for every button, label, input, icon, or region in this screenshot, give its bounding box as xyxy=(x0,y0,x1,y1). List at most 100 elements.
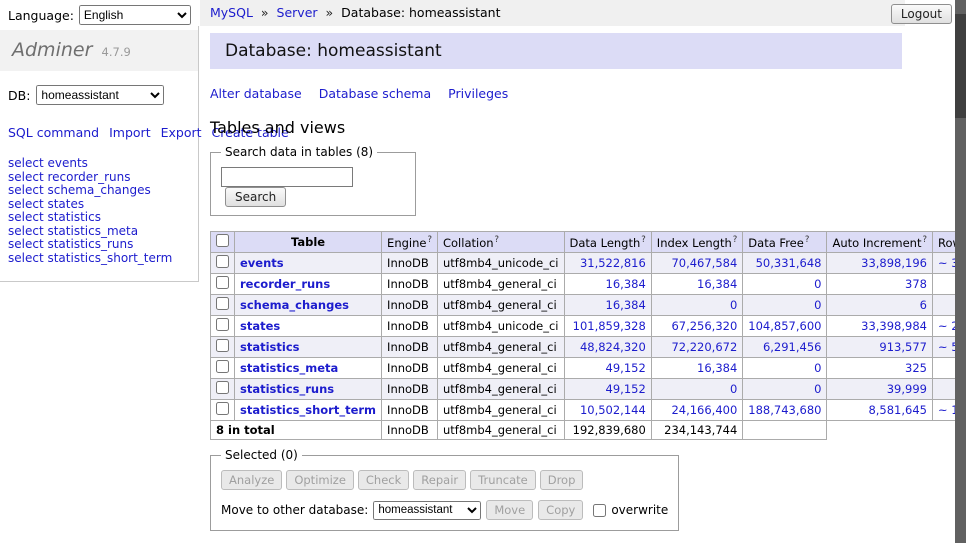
sidebar-select-schema-changes[interactable]: select schema_changes xyxy=(8,184,190,198)
select-all-checkbox[interactable] xyxy=(216,234,229,247)
row-checkbox[interactable] xyxy=(216,360,229,373)
sidebar-link-export[interactable]: Export xyxy=(161,125,202,140)
language-select[interactable]: English xyxy=(79,5,191,25)
table-name-link[interactable]: schema_changes xyxy=(240,298,349,312)
copy-button[interactable]: Copy xyxy=(538,500,583,520)
breadcrumb-separator-icon: » xyxy=(326,5,334,20)
data-length-link[interactable]: 101,859,328 xyxy=(573,319,646,333)
move-button[interactable]: Move xyxy=(486,500,533,520)
data-length-link[interactable]: 10,502,144 xyxy=(580,403,646,417)
sidebar-select-events[interactable]: select events xyxy=(8,157,190,171)
index-length-link[interactable]: 67,256,320 xyxy=(671,319,737,333)
auto-increment-link[interactable]: 33,898,196 xyxy=(861,256,927,270)
db-link-privileges[interactable]: Privileges xyxy=(448,86,508,101)
search-button[interactable]: Search xyxy=(225,187,286,207)
auto-increment-link[interactable]: 33,398,984 xyxy=(861,319,927,333)
index-length-link[interactable]: 0 xyxy=(730,382,737,396)
auto-increment-link[interactable]: 325 xyxy=(905,361,927,375)
data-length-link[interactable]: 48,824,320 xyxy=(580,340,646,354)
breadcrumb-mysql-link[interactable]: MySQL xyxy=(210,5,253,20)
data-length-link[interactable]: 49,152 xyxy=(606,382,646,396)
sidebar-select-statistics-meta[interactable]: select statistics_meta xyxy=(8,225,190,239)
truncate-button[interactable]: Truncate xyxy=(470,470,536,490)
column-header-index-length[interactable]: Index Length? xyxy=(651,232,743,253)
auto-increment-link[interactable]: 913,577 xyxy=(879,340,927,354)
data-free-link[interactable]: 188,743,680 xyxy=(748,403,821,417)
index-length-link[interactable]: 16,384 xyxy=(697,361,737,375)
table-name-link[interactable]: statistics_runs xyxy=(240,382,334,396)
sidebar-select-states[interactable]: select states xyxy=(8,198,190,212)
data-length-link[interactable]: 16,384 xyxy=(606,298,646,312)
row-checkbox[interactable] xyxy=(216,402,229,415)
optimize-button[interactable]: Optimize xyxy=(286,470,354,490)
index-length-link[interactable]: 24,166,400 xyxy=(671,403,737,417)
move-database-select[interactable]: homeassistant xyxy=(373,501,481,520)
index-length-link[interactable]: 16,384 xyxy=(697,277,737,291)
auto-increment-link[interactable]: 39,999 xyxy=(887,382,927,396)
data-free-link[interactable]: 0 xyxy=(814,277,821,291)
total-engine-cell: InnoDB xyxy=(382,421,438,440)
analyze-button[interactable]: Analyze xyxy=(221,470,282,490)
column-header-table[interactable]: Table xyxy=(235,232,382,253)
data-length-link[interactable]: 16,384 xyxy=(606,277,646,291)
row-checkbox[interactable] xyxy=(216,255,229,268)
row-checkbox[interactable] xyxy=(216,297,229,310)
drop-button[interactable]: Drop xyxy=(540,470,584,490)
row-checkbox[interactable] xyxy=(216,381,229,394)
sidebar-select-statistics[interactable]: select statistics xyxy=(8,211,190,225)
check-button[interactable]: Check xyxy=(358,470,409,490)
sidebar-select-statistics-runs[interactable]: select statistics_runs xyxy=(8,238,190,252)
collation-cell: utf8mb4_general_ci xyxy=(437,379,564,400)
column-header-data-length[interactable]: Data Length? xyxy=(564,232,651,253)
index-length-cell: 24,166,400 xyxy=(651,400,743,421)
index-length-link[interactable]: 72,220,672 xyxy=(671,340,737,354)
table-name-link[interactable]: statistics_short_term xyxy=(240,403,376,417)
data-free-link[interactable]: 6,291,456 xyxy=(763,340,822,354)
overwrite-checkbox[interactable] xyxy=(593,504,606,517)
db-select[interactable]: homeassistant xyxy=(36,85,164,105)
data-length-link[interactable]: 49,152 xyxy=(606,361,646,375)
data-free-link[interactable]: 0 xyxy=(814,298,821,312)
sidebar-select-statistics-short-term[interactable]: select statistics_short_term xyxy=(8,252,190,266)
breadcrumb-server-link[interactable]: Server xyxy=(277,5,318,20)
row-checkbox[interactable] xyxy=(216,339,229,352)
auto-increment-link[interactable]: 378 xyxy=(905,277,927,291)
search-input[interactable] xyxy=(221,167,353,187)
sidebar-link-sql-command[interactable]: SQL command xyxy=(8,125,99,140)
auto-increment-link[interactable]: 8,581,645 xyxy=(868,403,927,417)
table-name-link[interactable]: states xyxy=(240,319,280,333)
index-length-link[interactable]: 0 xyxy=(730,298,737,312)
sidebar-action-links: SQL commandImportExportCreate table xyxy=(0,123,155,142)
data-free-link[interactable]: 50,331,648 xyxy=(756,256,822,270)
data-free-link[interactable]: 0 xyxy=(814,361,821,375)
collation-cell: utf8mb4_unicode_ci xyxy=(437,253,564,274)
table-name-link[interactable]: events xyxy=(240,256,284,270)
auto-increment-cell: 33,398,984 xyxy=(827,316,933,337)
logout-button[interactable]: Logout xyxy=(891,4,952,24)
auto-increment-link[interactable]: 6 xyxy=(920,298,927,312)
table-name-link[interactable]: recorder_runs xyxy=(240,277,330,291)
repair-button[interactable]: Repair xyxy=(413,470,466,490)
language-label: Language: xyxy=(8,8,74,23)
column-header-data-free[interactable]: Data Free? xyxy=(743,232,827,253)
column-header-engine[interactable]: Engine? xyxy=(382,232,438,253)
scrollbar[interactable] xyxy=(955,0,966,543)
data-free-link[interactable]: 104,857,600 xyxy=(748,319,821,333)
sidebar-select-recorder-runs[interactable]: select recorder_runs xyxy=(8,171,190,185)
table-name-link[interactable]: statistics xyxy=(240,340,300,354)
table-name-link[interactable]: statistics_meta xyxy=(240,361,338,375)
overwrite-label[interactable]: overwrite xyxy=(611,503,668,517)
data-free-link[interactable]: 0 xyxy=(814,382,821,396)
sidebar-link-import[interactable]: Import xyxy=(109,125,151,140)
db-link-database-schema[interactable]: Database schema xyxy=(319,86,431,101)
row-checkbox[interactable] xyxy=(216,318,229,331)
index-length-link[interactable]: 70,467,584 xyxy=(671,256,737,270)
column-header-auto-increment[interactable]: Auto Increment? xyxy=(827,232,933,253)
db-link-alter-database[interactable]: Alter database xyxy=(210,86,302,101)
column-header-collation[interactable]: Collation? xyxy=(437,232,564,253)
row-checkbox[interactable] xyxy=(216,276,229,289)
scrollbar-thumb[interactable] xyxy=(955,14,966,118)
table-name-cell: events xyxy=(235,253,382,274)
data-free-cell: 0 xyxy=(743,295,827,316)
data-length-link[interactable]: 31,522,816 xyxy=(580,256,646,270)
